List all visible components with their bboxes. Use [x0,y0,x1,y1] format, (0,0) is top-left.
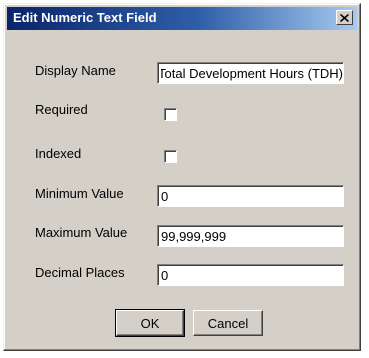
close-icon [340,13,349,22]
decimal-places-field[interactable] [157,264,344,286]
minimum-value-field[interactable] [157,185,344,207]
edit-numeric-text-field-dialog: Edit Numeric Text Field Display Name Req… [3,3,361,351]
display-name-label: Display Name [35,63,116,78]
maximum-value-field[interactable] [157,225,344,247]
decimal-places-label: Decimal Places [35,265,125,280]
close-button[interactable] [336,10,353,25]
minimum-value-label: Minimum Value [35,186,124,201]
indexed-checkbox[interactable] [164,150,177,163]
required-checkbox[interactable] [164,108,177,121]
display-name-field[interactable] [157,62,344,84]
dialog-title: Edit Numeric Text Field [13,10,157,25]
maximum-value-label: Maximum Value [35,225,128,240]
cancel-button[interactable]: Cancel [193,310,263,336]
ok-button[interactable]: OK [115,309,185,337]
required-label: Required [35,102,88,117]
indexed-label: Indexed [35,146,82,161]
title-bar[interactable]: Edit Numeric Text Field [7,7,357,30]
